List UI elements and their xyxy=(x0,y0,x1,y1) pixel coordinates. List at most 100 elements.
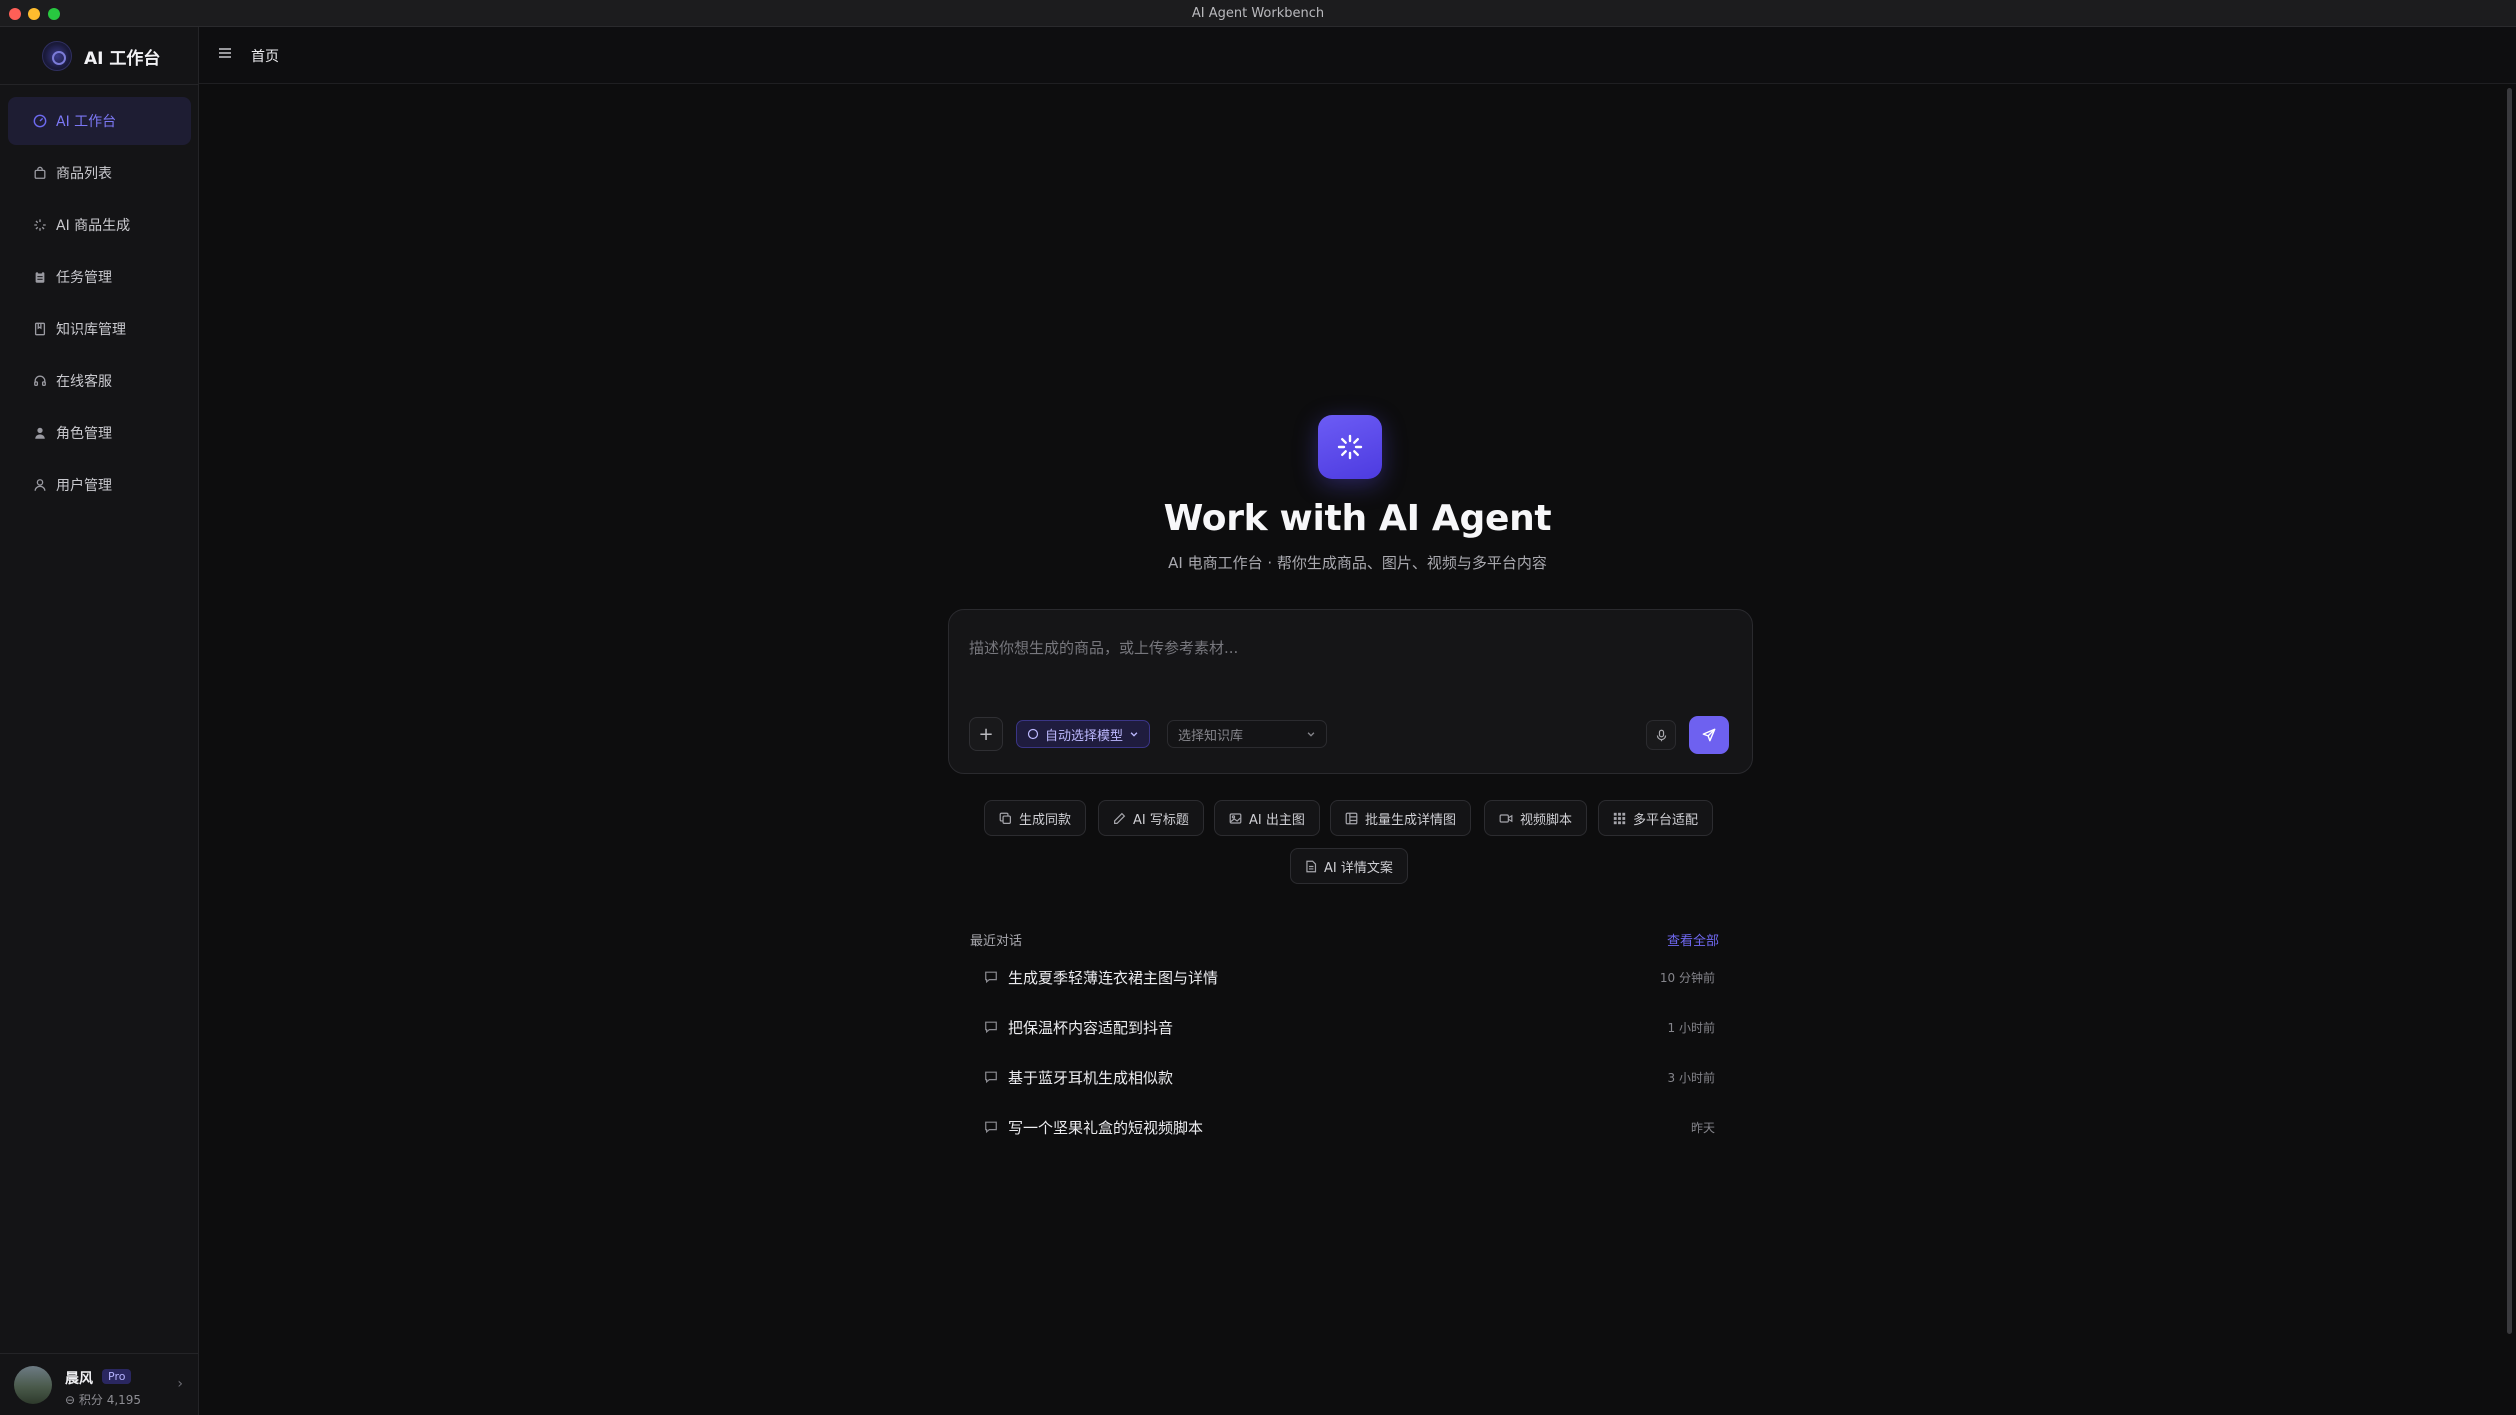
knowledge-base-select-label: 选择知识库 xyxy=(1178,728,1244,744)
knowledge-base-select[interactable]: 选择知识库 xyxy=(1167,720,1327,748)
chevron-down-icon xyxy=(1130,732,1138,737)
hero-loader-icon xyxy=(1318,415,1382,479)
conversation-time: 昨天 xyxy=(1690,1120,1715,1135)
quick-action-multi-platform[interactable]: 多平台适配 xyxy=(1598,800,1714,836)
scrollbar[interactable] xyxy=(2507,88,2512,1334)
breadcrumb: 首页 xyxy=(251,49,279,65)
sidebar-item-user-management[interactable]: 用户管理 xyxy=(8,461,191,509)
microphone-icon xyxy=(1656,729,1666,741)
quick-action-ai-main-image[interactable]: AI 出主图 xyxy=(1214,800,1320,836)
menu-toggle-button[interactable] xyxy=(217,45,239,65)
hamburger-icon xyxy=(219,48,231,58)
sidebar-item-label: 任务管理 xyxy=(56,270,112,286)
chat-bubble-icon xyxy=(984,1070,998,1084)
conversation-title: 把保温杯内容适配到抖音 xyxy=(1008,1018,1174,1037)
sidebar-item-label: 用户管理 xyxy=(56,478,112,494)
user-points-text: 积分 4,195 xyxy=(78,1393,142,1407)
quick-action-label: 批量生成详情图 xyxy=(1365,812,1457,828)
dashboard-icon xyxy=(32,113,48,129)
image-icon xyxy=(1229,812,1242,825)
recent-conversation-item[interactable]: 把保温杯内容适配到抖音 1 小时前 xyxy=(970,1002,1735,1052)
quick-action-label: AI 详情文案 xyxy=(1324,860,1393,876)
sparkles-icon xyxy=(32,217,48,233)
brand: AI 工作台 xyxy=(0,27,199,85)
conversation-title: 生成夏季轻薄连衣裙主图与详情 xyxy=(1008,968,1219,987)
chat-bubble-icon xyxy=(984,970,998,984)
chevron-down-icon xyxy=(1307,732,1315,737)
model-select-label: 自动选择模型 xyxy=(1045,728,1124,744)
sidebar-item-label: 商品列表 xyxy=(56,166,112,182)
quick-action-ai-detail-copy[interactable]: AI 详情文案 xyxy=(1290,848,1408,884)
brand-title: AI 工作台 xyxy=(84,49,161,69)
sidebar-item-label: 知识库管理 xyxy=(56,322,126,338)
chat-bubble-icon xyxy=(984,1120,998,1134)
conversation-time: 3 小时前 xyxy=(1667,1070,1715,1085)
sidebar-item-role-management[interactable]: 角色管理 xyxy=(8,409,191,457)
hero-title: Work with AI Agent xyxy=(1163,498,1552,539)
brand-logo-icon xyxy=(42,41,72,71)
sidebar-item-label: AI 商品生成 xyxy=(56,218,131,234)
quick-action-label: 视频脚本 xyxy=(1520,812,1573,828)
conversation-title: 写一个坚果礼盒的短视频脚本 xyxy=(1008,1118,1204,1137)
quick-action-generate-similar[interactable]: 生成同款 xyxy=(984,800,1087,836)
sidebar-item-online-support[interactable]: 在线客服 xyxy=(8,357,191,405)
window-titlebar: AI Agent Workbench xyxy=(0,0,2516,27)
book-icon xyxy=(32,321,48,337)
avatar xyxy=(14,1366,52,1404)
user-profile[interactable]: 晨风 Pro ⊖ 积分 4,195 › xyxy=(0,1353,199,1415)
sidebar-item-ai-product-gen[interactable]: AI 商品生成 xyxy=(8,201,191,249)
quick-action-label: AI 出主图 xyxy=(1249,812,1305,828)
model-icon xyxy=(1027,728,1039,740)
window-title: AI Agent Workbench xyxy=(1191,6,1325,21)
clipboard-icon xyxy=(32,269,48,285)
recent-conversation-item[interactable]: 基于蓝牙耳机生成相似款 3 小时前 xyxy=(970,1052,1735,1102)
pro-badge: Pro xyxy=(102,1369,132,1384)
copy-icon xyxy=(999,812,1012,825)
conversation-time: 10 分钟前 xyxy=(1659,970,1715,985)
quick-action-video-script[interactable]: 视频脚本 xyxy=(1484,800,1588,836)
main-content: Work with AI Agent AI 电商工作台 · 帮你生成商品、图片、… xyxy=(199,84,2516,1415)
sidebar-item-knowledge-base[interactable]: 知识库管理 xyxy=(8,305,191,353)
pen-icon xyxy=(1113,812,1126,825)
sidebar-item-product-list[interactable]: 商品列表 xyxy=(8,149,191,197)
sidebar-item-label: 角色管理 xyxy=(56,426,112,442)
quick-action-label: 生成同款 xyxy=(1019,812,1072,828)
voice-input-button[interactable] xyxy=(1646,720,1676,750)
layout-icon xyxy=(1345,812,1358,825)
chevron-right-icon: › xyxy=(177,1376,183,1392)
sidebar: AI 工作台 AI 工作台 商品列表 AI 商品生成 任务管理 知识库管理 在线… xyxy=(0,27,199,1415)
recent-conversations: 生成夏季轻薄连衣裙主图与详情 10 分钟前 把保温杯内容适配到抖音 1 小时前 … xyxy=(970,952,1735,1152)
sidebar-item-task-management[interactable]: 任务管理 xyxy=(8,253,191,301)
sidebar-item-ai-workbench[interactable]: AI 工作台 xyxy=(8,97,191,145)
quick-action-ai-title[interactable]: AI 写标题 xyxy=(1098,800,1204,836)
send-button[interactable] xyxy=(1689,716,1729,754)
conversation-title: 基于蓝牙耳机生成相似款 xyxy=(1008,1068,1174,1087)
quick-action-label: 多平台适配 xyxy=(1633,812,1699,828)
sidebar-item-label: AI 工作台 xyxy=(56,114,117,130)
view-all-link[interactable]: 查看全部 xyxy=(1667,930,1719,949)
recent-conversation-item[interactable]: 写一个坚果礼盒的短视频脚本 昨天 xyxy=(970,1102,1735,1152)
quick-action-batch-detail-images[interactable]: 批量生成详情图 xyxy=(1330,800,1472,836)
sidebar-nav: AI 工作台 商品列表 AI 商品生成 任务管理 知识库管理 在线客服 角色管理… xyxy=(8,97,191,513)
send-icon xyxy=(1702,728,1716,742)
prompt-composer: + 自动选择模型 选择知识库 xyxy=(948,609,1753,774)
hero-subtitle: AI 电商工作台 · 帮你生成商品、图片、视频与多平台内容 xyxy=(1168,554,1547,572)
recent-heading: 最近对话 xyxy=(970,934,1023,949)
quick-action-label: AI 写标题 xyxy=(1133,812,1189,828)
video-icon xyxy=(1499,812,1513,825)
conversation-time: 1 小时前 xyxy=(1667,1020,1715,1035)
grid-icon xyxy=(1613,812,1626,825)
shopping-bag-icon xyxy=(32,165,48,181)
plus-icon: + xyxy=(978,723,994,745)
sidebar-item-label: 在线客服 xyxy=(56,374,112,390)
user-name: 晨风 xyxy=(65,1371,93,1387)
model-select[interactable]: 自动选择模型 xyxy=(1016,720,1151,748)
recent-conversation-item[interactable]: 生成夏季轻薄连衣裙主图与详情 10 分钟前 xyxy=(970,952,1735,1002)
headset-icon xyxy=(32,373,48,389)
coin-icon: ⊖ xyxy=(65,1393,76,1407)
attach-button[interactable]: + xyxy=(969,717,1003,751)
prompt-input[interactable] xyxy=(969,628,1729,668)
user-icon xyxy=(32,477,48,493)
chat-bubble-icon xyxy=(984,1020,998,1034)
user-points: ⊖ 积分 4,195 xyxy=(65,1391,141,1408)
